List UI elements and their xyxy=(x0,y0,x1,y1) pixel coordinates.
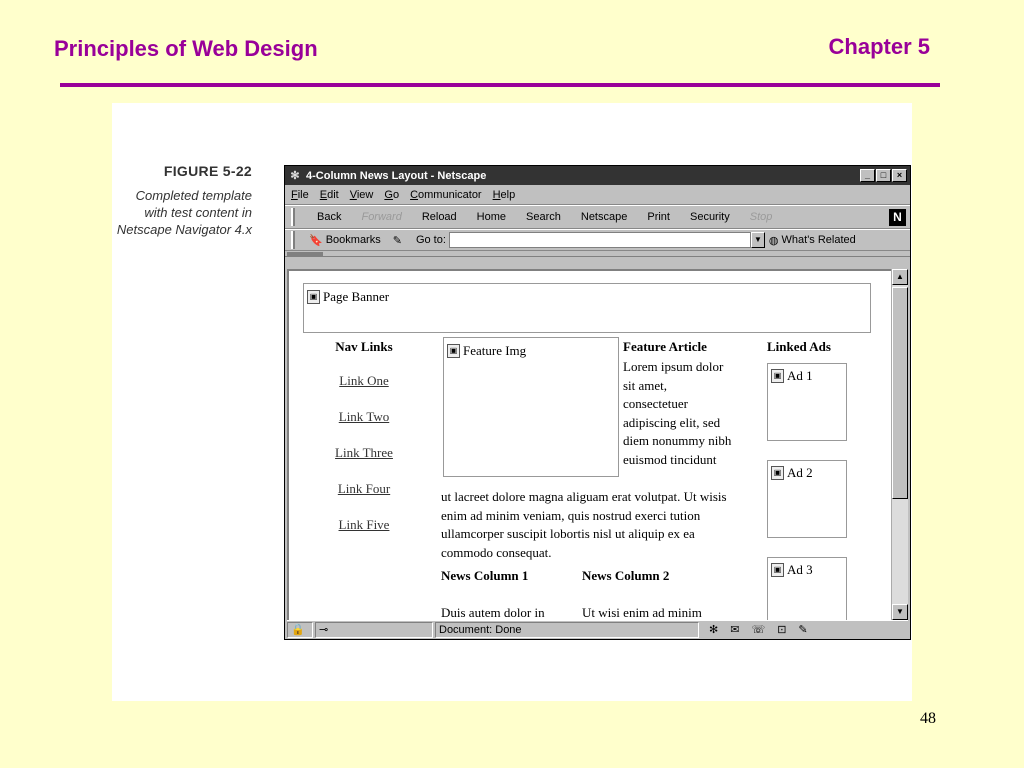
reload-button[interactable]: Reload xyxy=(422,211,457,223)
status-text: Document: Done xyxy=(435,621,699,638)
composer-icon[interactable]: ⊡ xyxy=(777,623,786,636)
news-column-2-heading: News Column 2 xyxy=(582,568,670,583)
url-input[interactable] xyxy=(448,232,751,248)
component-bar: ✻ ✉ ☏ ⊡ ✎ xyxy=(701,623,808,636)
security-lock-icon[interactable]: 🔒 xyxy=(287,621,313,638)
title-divider xyxy=(60,83,940,87)
bookmarks-button[interactable]: Bookmarks xyxy=(326,234,381,246)
slide-page-number: 48 xyxy=(920,710,936,727)
vertical-scrollbar[interactable]: ▲ ▼ xyxy=(891,269,908,620)
linked-ads-heading: Linked Ads xyxy=(767,339,831,354)
feature-article-heading: Feature Article xyxy=(623,339,707,354)
menu-edit[interactable]: Edit xyxy=(320,189,339,201)
page-proxy-icon[interactable]: ✎ xyxy=(393,234,402,247)
broken-image-icon: ▣ xyxy=(771,466,784,480)
scroll-up-arrow-icon[interactable]: ▲ xyxy=(892,269,908,285)
window-title: 4-Column News Layout - Netscape xyxy=(306,169,487,182)
banner-label: Page Banner xyxy=(323,289,390,304)
menu-go[interactable]: Go xyxy=(384,189,399,201)
feature-article-text-bottom: ut lacreet dolore magna aliguam erat vol… xyxy=(441,489,727,560)
stop-button[interactable]: Stop xyxy=(750,211,773,223)
slide-title: Principles of Web Design xyxy=(54,36,318,61)
progress-plug-icon: ⊸ xyxy=(315,621,433,638)
ad-label: Ad 1 xyxy=(787,368,813,383)
news-column-2-text: Ut wisi enim ad minim xyxy=(582,605,702,620)
nav-link-four[interactable]: Link Four xyxy=(319,481,409,497)
whats-related-icon[interactable]: ◍ xyxy=(769,234,779,247)
banner-image-placeholder: ▣ Page Banner xyxy=(307,289,389,305)
nav-heading: Nav Links xyxy=(335,339,393,354)
search-button[interactable]: Search xyxy=(526,211,561,223)
broken-image-icon: ▣ xyxy=(771,369,784,383)
window-titlebar[interactable]: ✻ 4-Column News Layout - Netscape _ □ × xyxy=(285,166,910,185)
nav-links-column: Nav Links Link One Link Two Link Three L… xyxy=(319,339,409,553)
menu-file[interactable]: File xyxy=(291,189,309,201)
ad-box-2[interactable]: ▣ Ad 2 xyxy=(767,460,847,538)
personal-toolbar-strip xyxy=(285,251,910,257)
whats-related-button[interactable]: What's Related xyxy=(782,234,856,246)
slide-chapter: Chapter 5 xyxy=(828,34,930,59)
figure-area: FIGURE 5-22 Completed template with test… xyxy=(112,103,912,701)
nav-link-two[interactable]: Link Two xyxy=(319,409,409,425)
collapsed-toolbar-tab[interactable] xyxy=(287,252,323,257)
feature-image-box: ▣ Feature Img xyxy=(443,337,619,477)
close-button[interactable]: × xyxy=(892,169,907,182)
ad-image-placeholder: ▣ Ad 3 xyxy=(771,562,813,578)
print-button[interactable]: Print xyxy=(647,211,670,223)
netscape-button[interactable]: Netscape xyxy=(581,211,627,223)
ad-image-placeholder: ▣ Ad 1 xyxy=(771,368,813,384)
maximize-button[interactable]: □ xyxy=(876,169,891,182)
location-toolbar: 🔖 Bookmarks ✎ Go to: ▼ ◍ What's Related xyxy=(285,229,910,251)
feature-image-label: Feature Img xyxy=(463,343,527,358)
navigator-icon[interactable]: ✻ xyxy=(709,623,718,636)
menu-bar: File Edit View Go Communicator Help xyxy=(285,185,910,205)
broken-image-icon: ▣ xyxy=(771,563,784,577)
feature-article-text-top: Lorem ipsum dolor sit amet, consectetuer… xyxy=(623,359,732,467)
ad-label: Ad 2 xyxy=(787,465,813,480)
broken-image-icon: ▣ xyxy=(307,290,320,304)
scroll-down-arrow-icon[interactable]: ▼ xyxy=(892,604,908,620)
page-viewport: ▣ Page Banner Nav Links Link One Link Tw… xyxy=(287,269,891,620)
menu-view[interactable]: View xyxy=(350,189,374,201)
nav-link-three[interactable]: Link Three xyxy=(319,445,409,461)
nav-link-five[interactable]: Link Five xyxy=(319,517,409,533)
mail-icon[interactable]: ✉ xyxy=(730,623,739,636)
nav-link-one[interactable]: Link One xyxy=(319,373,409,389)
netscape-window: ✻ 4-Column News Layout - Netscape _ □ × … xyxy=(284,165,911,640)
page-banner-box: ▣ Page Banner xyxy=(303,283,871,333)
menu-communicator[interactable]: Communicator xyxy=(410,189,482,201)
goto-label: Go to: xyxy=(415,234,446,246)
home-button[interactable]: Home xyxy=(477,211,506,223)
ad-box-1[interactable]: ▣ Ad 1 xyxy=(767,363,847,441)
back-button[interactable]: Back xyxy=(317,211,341,223)
ad-label: Ad 3 xyxy=(787,562,813,577)
feature-image-placeholder: ▣ Feature Img xyxy=(447,343,526,359)
navigation-toolbar: Back Forward Reload Home Search Netscape… xyxy=(285,205,910,229)
news-column-1-heading: News Column 1 xyxy=(441,568,529,583)
figure-number: FIGURE 5-22 xyxy=(163,163,252,179)
scroll-thumb[interactable] xyxy=(892,287,908,499)
status-bar: 🔒 ⊸ Document: Done ✻ ✉ ☏ ⊡ ✎ xyxy=(287,620,908,638)
discussion-icon[interactable]: ☏ xyxy=(751,623,765,636)
bookmarks-icon[interactable]: 🔖 xyxy=(309,234,323,247)
netscape-logo-icon[interactable]: N xyxy=(889,209,906,226)
menu-help[interactable]: Help xyxy=(493,189,516,201)
ad-image-placeholder: ▣ Ad 2 xyxy=(771,465,813,481)
broken-image-icon: ▣ xyxy=(447,344,460,358)
figure-caption: FIGURE 5-22 Completed template with test… xyxy=(112,163,252,238)
news-column-1-text: Duis autem dolor in xyxy=(441,605,545,620)
figure-description: Completed template with test content in … xyxy=(116,188,252,237)
ad-box-3[interactable]: ▣ Ad 3 xyxy=(767,557,847,620)
security-button[interactable]: Security xyxy=(690,211,730,223)
url-dropdown-chevron-down-icon[interactable]: ▼ xyxy=(750,232,765,248)
toolbar-grip[interactable] xyxy=(291,208,295,226)
forward-button[interactable]: Forward xyxy=(361,211,401,223)
netscape-app-icon: ✻ xyxy=(290,169,300,182)
location-grip[interactable] xyxy=(291,231,295,249)
minimize-button[interactable]: _ xyxy=(860,169,875,182)
edit-pencil-icon[interactable]: ✎ xyxy=(798,623,807,636)
